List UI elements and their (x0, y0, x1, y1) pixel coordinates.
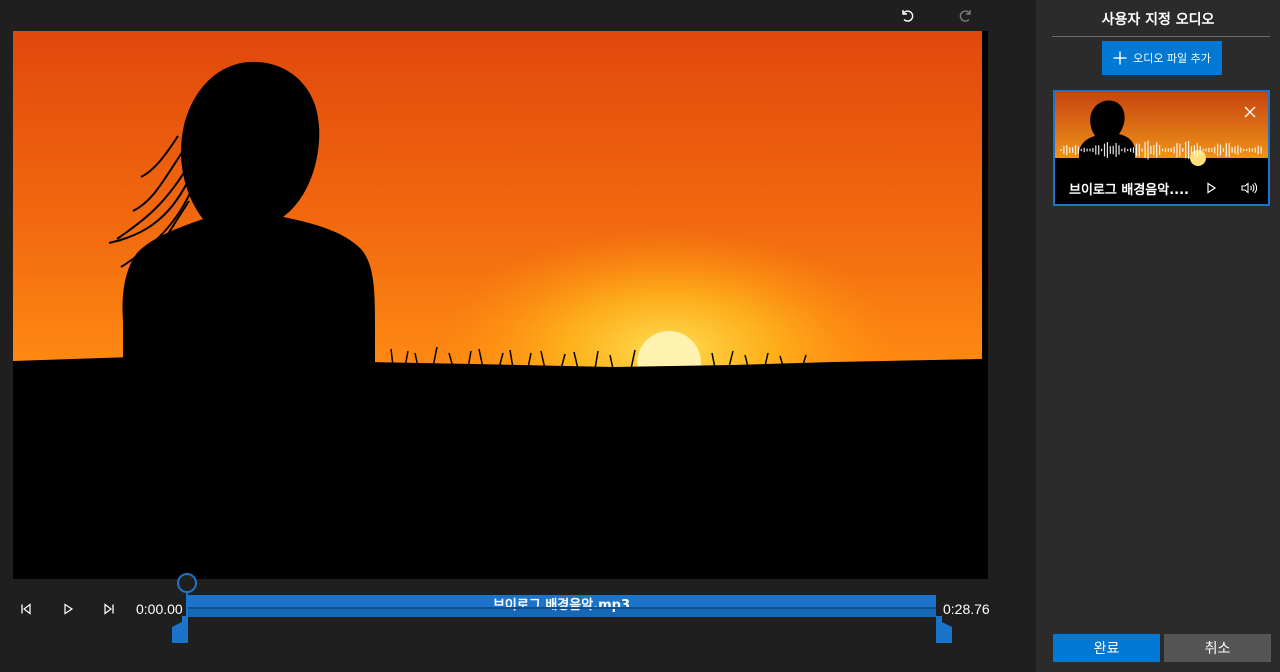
trim-end-handle[interactable] (936, 616, 952, 643)
start-time-label: 0:00.00 (136, 601, 183, 617)
trim-start-handle[interactable] (172, 616, 188, 643)
add-audio-file-label: 오디오 파일 추가 (1133, 52, 1211, 65)
panel-divider (1052, 36, 1270, 37)
redo-icon (959, 10, 971, 22)
playhead-line (186, 592, 188, 616)
audio-track-clip[interactable]: 브이로그 배경음악.mp3 (187, 595, 936, 617)
play-icon (64, 603, 74, 615)
audio-track-title: 브이로그 배경음악.mp3 (492, 597, 631, 613)
volume-icon (1241, 182, 1257, 194)
next-frame-button[interactable] (97, 597, 121, 621)
previous-frame-icon (21, 603, 31, 615)
audio-card-name: 브이로그 배경음악.... (1069, 183, 1189, 198)
play-icon (1206, 182, 1216, 194)
remove-audio-button[interactable] (1240, 102, 1260, 122)
previous-frame-button[interactable] (14, 597, 38, 621)
audio-card-play-button[interactable] (1201, 178, 1221, 198)
close-icon (1244, 106, 1256, 118)
undo-icon (902, 10, 914, 22)
play-button[interactable] (56, 597, 80, 621)
cancel-button[interactable]: 취소 (1164, 634, 1271, 662)
audio-card[interactable]: 브이로그 배경음악.... (1053, 90, 1270, 206)
next-frame-icon (104, 603, 114, 615)
panel-title: 사용자 지정 오디오 (1101, 12, 1215, 28)
redo-button[interactable] (953, 2, 979, 28)
video-editor-window: 0:00.00 0:28.76 브이로그 배경음악.mp3 사용자 지정 오디오… (0, 0, 1280, 672)
custom-audio-panel: 사용자 지정 오디오 오디오 파일 추가 브이로그 배경음악.... 완료 취소 (1036, 0, 1280, 672)
editor-area: 0:00.00 0:28.76 브이로그 배경음악.mp3 (0, 0, 1036, 672)
undo-button[interactable] (894, 2, 920, 28)
end-time-label: 0:28.76 (943, 601, 990, 617)
playhead-handle[interactable] (177, 573, 197, 593)
add-audio-file-button[interactable]: 오디오 파일 추가 (1102, 41, 1222, 75)
video-preview[interactable] (13, 31, 988, 579)
done-button[interactable]: 완료 (1053, 634, 1160, 662)
sunset-silhouette-image (13, 31, 988, 579)
audio-card-volume-button[interactable] (1239, 178, 1259, 198)
plus-icon (1113, 51, 1127, 65)
